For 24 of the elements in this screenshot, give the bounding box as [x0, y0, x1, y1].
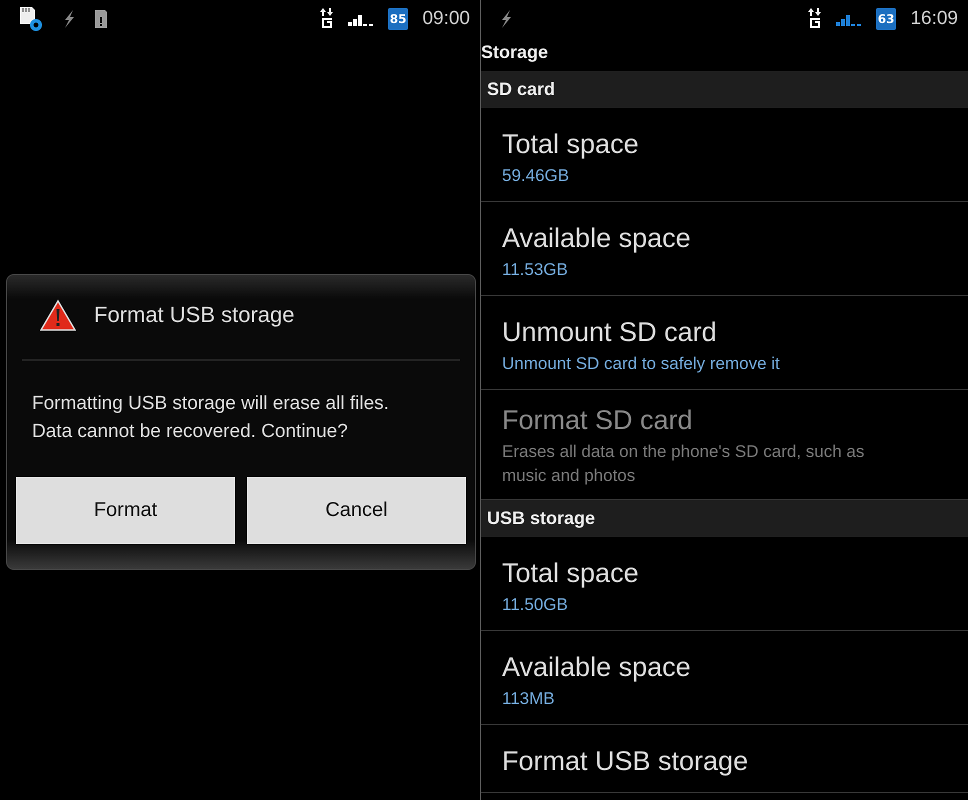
preference-row[interactable]: Available space 11.53GB: [481, 202, 968, 296]
dialog-button[interactable]: Format: [16, 477, 235, 544]
preference-row[interactable]: Unmount SD card Unmount SD card to safely remove it: [481, 296, 968, 390]
sd-card-alert-icon: [94, 9, 108, 29]
preference-row[interactable]: Total space 59.46GB: [481, 108, 968, 202]
battery-level: 63: [876, 8, 896, 30]
battery-level: 85: [388, 8, 408, 30]
status-time: 16:09: [910, 8, 958, 30]
status-time: 09:00: [422, 8, 470, 30]
preference-row[interactable]: Available space 113MB: [481, 631, 968, 725]
sd-card-gear-icon: [18, 6, 44, 32]
warning-icon: [40, 299, 76, 331]
data-transfer-icon: [320, 8, 334, 30]
preference-row[interactable]: Format USB storage: [481, 725, 968, 793]
lightning-icon: [499, 9, 513, 29]
dialog-title: Format USB storage: [94, 302, 295, 328]
lightning-icon: [62, 9, 76, 29]
section-header: SD card: [481, 71, 968, 108]
data-transfer-icon: [808, 8, 822, 30]
dialog-message: Formatting USB storage will erase all files. Data cannot be recovered. Continue?: [31, 392, 390, 444]
section-header: USB storage: [481, 500, 968, 537]
screen-title: Storage: [481, 41, 550, 64]
dialog-button[interactable]: Cancel: [247, 477, 466, 544]
preference-row[interactable]: Total space 11.50GB: [481, 537, 968, 631]
